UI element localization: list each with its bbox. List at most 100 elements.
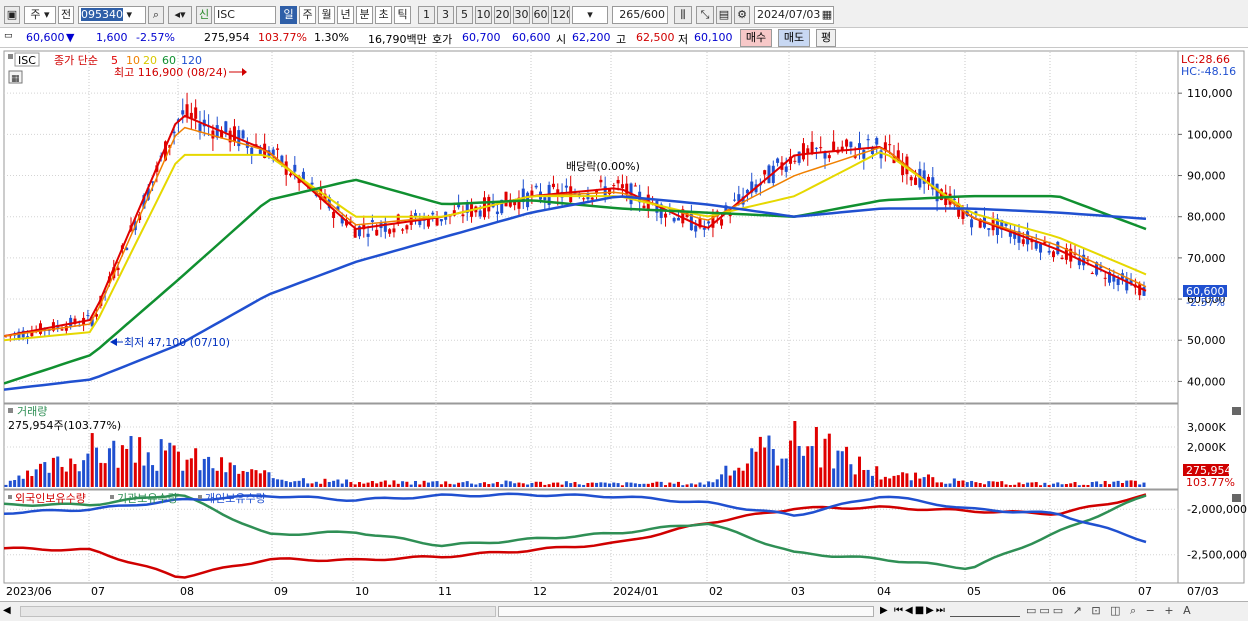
x-tick-label: 10 <box>355 585 369 598</box>
volume-bar <box>495 481 499 487</box>
volume-bar <box>155 470 159 487</box>
candle-body <box>767 165 771 184</box>
volume-bar <box>513 483 517 487</box>
volume-bar <box>245 471 249 487</box>
volume-bar <box>332 480 336 487</box>
volume-close-icon[interactable] <box>1232 407 1241 415</box>
volume-bar <box>720 474 724 487</box>
candle-body <box>276 148 280 150</box>
volume-bar <box>1034 482 1038 487</box>
x-tick-label: 07 <box>91 585 105 598</box>
candle-body <box>827 155 831 159</box>
volume-bar <box>82 460 86 487</box>
volume-value-line: 275,954주(103.77%) <box>8 419 121 432</box>
volume-bar <box>1051 483 1055 487</box>
candle-body <box>86 314 90 316</box>
volume-bar <box>185 459 189 487</box>
x-tick-label: 2023/06 <box>6 585 52 598</box>
candle-body <box>366 233 370 237</box>
volume-bar <box>901 472 905 487</box>
volume-bar <box>366 482 370 487</box>
volume-bar <box>30 476 34 487</box>
candle-body <box>388 229 392 234</box>
volume-bar <box>1056 482 1060 487</box>
holding-y-label: -2,000,000 <box>1187 503 1247 516</box>
price-y-label: 90,000 <box>1187 170 1226 183</box>
low-annotation: 최저 47,100 (07/10) <box>124 336 230 349</box>
volume-bar <box>116 467 120 487</box>
x-tick-label: 11 <box>438 585 452 598</box>
volume-bar <box>883 476 887 487</box>
volume-bar <box>396 483 400 487</box>
volume-bar <box>914 472 918 487</box>
volume-bar <box>435 481 439 487</box>
chart-canvas: 110,000100,00090,00080,00070,00060,00050… <box>3 50 1247 598</box>
scroll-thumb[interactable] <box>498 606 874 617</box>
candle-body <box>1090 273 1094 275</box>
volume-bar <box>672 483 676 487</box>
volume-bar <box>220 457 224 487</box>
scroll-track[interactable] <box>20 606 496 617</box>
candle-body <box>702 227 706 230</box>
volume-bar <box>181 470 185 487</box>
volume-bar <box>357 482 361 487</box>
volume-bar <box>668 482 672 487</box>
volume-bar <box>1099 484 1103 487</box>
volume-bar <box>504 480 508 487</box>
volume-bar <box>577 484 581 487</box>
volume-bar <box>728 475 732 487</box>
volume-bar <box>267 472 271 487</box>
volume-bar <box>431 481 435 487</box>
volume-bar <box>1000 481 1004 487</box>
volume-bar <box>521 483 525 487</box>
candle-body <box>970 219 974 228</box>
scroll-left-icon[interactable]: ◀ <box>3 605 11 616</box>
volume-bar <box>758 436 762 487</box>
volume-bar <box>426 482 430 487</box>
candle-body <box>633 185 637 187</box>
volume-bar <box>569 483 573 487</box>
volume-bar <box>836 450 840 487</box>
volume-bar <box>388 484 392 487</box>
current-rate-tag-text: -2.57% <box>1186 296 1225 309</box>
volume-bar <box>263 470 267 487</box>
volume-bar <box>939 482 943 487</box>
candle-body <box>819 147 823 149</box>
candle-body <box>862 150 866 159</box>
volume-bar <box>1082 484 1086 487</box>
zoom-slider[interactable] <box>950 606 1020 617</box>
holding-legend-square-3 <box>198 495 202 499</box>
volume-bar <box>819 467 823 487</box>
volume-bar <box>629 482 633 487</box>
view-tools-icons[interactable]: ▭▭▭ ↗ ⊡ ◫ ⌕ − + A <box>1026 604 1194 618</box>
volume-bar <box>224 472 228 487</box>
volume-bar <box>935 482 939 487</box>
volume-bar <box>159 439 163 487</box>
volume-bar <box>599 482 603 487</box>
holding-legend-individual: 개인보유수량 <box>205 492 266 505</box>
candle-body <box>504 191 508 207</box>
candle-body <box>60 329 64 331</box>
candle-body <box>69 317 73 327</box>
volume-bar <box>526 484 530 487</box>
volume-bar <box>241 470 245 487</box>
volume-bar <box>1039 485 1043 487</box>
volume-bar <box>754 451 758 487</box>
volume-bar <box>228 462 232 487</box>
candle-body <box>232 126 236 142</box>
volume-bar <box>849 464 853 487</box>
scroll-right-icon[interactable]: ▶ <box>880 605 888 616</box>
volume-bar <box>711 482 715 487</box>
volume-bar <box>539 481 543 487</box>
holding-close-icon[interactable] <box>1232 494 1241 502</box>
volume-bar <box>892 475 896 487</box>
volume-bar <box>508 481 512 487</box>
candle-body <box>888 144 892 146</box>
volume-bar <box>918 478 922 487</box>
holding-panel-frame <box>3 489 1179 584</box>
volume-bar <box>633 483 637 487</box>
volume-bar <box>780 458 784 487</box>
volume-bar <box>90 433 94 487</box>
playback-controls-icon[interactable]: ⏮◀■▶⏭ <box>894 605 947 616</box>
volume-bar <box>56 456 60 487</box>
